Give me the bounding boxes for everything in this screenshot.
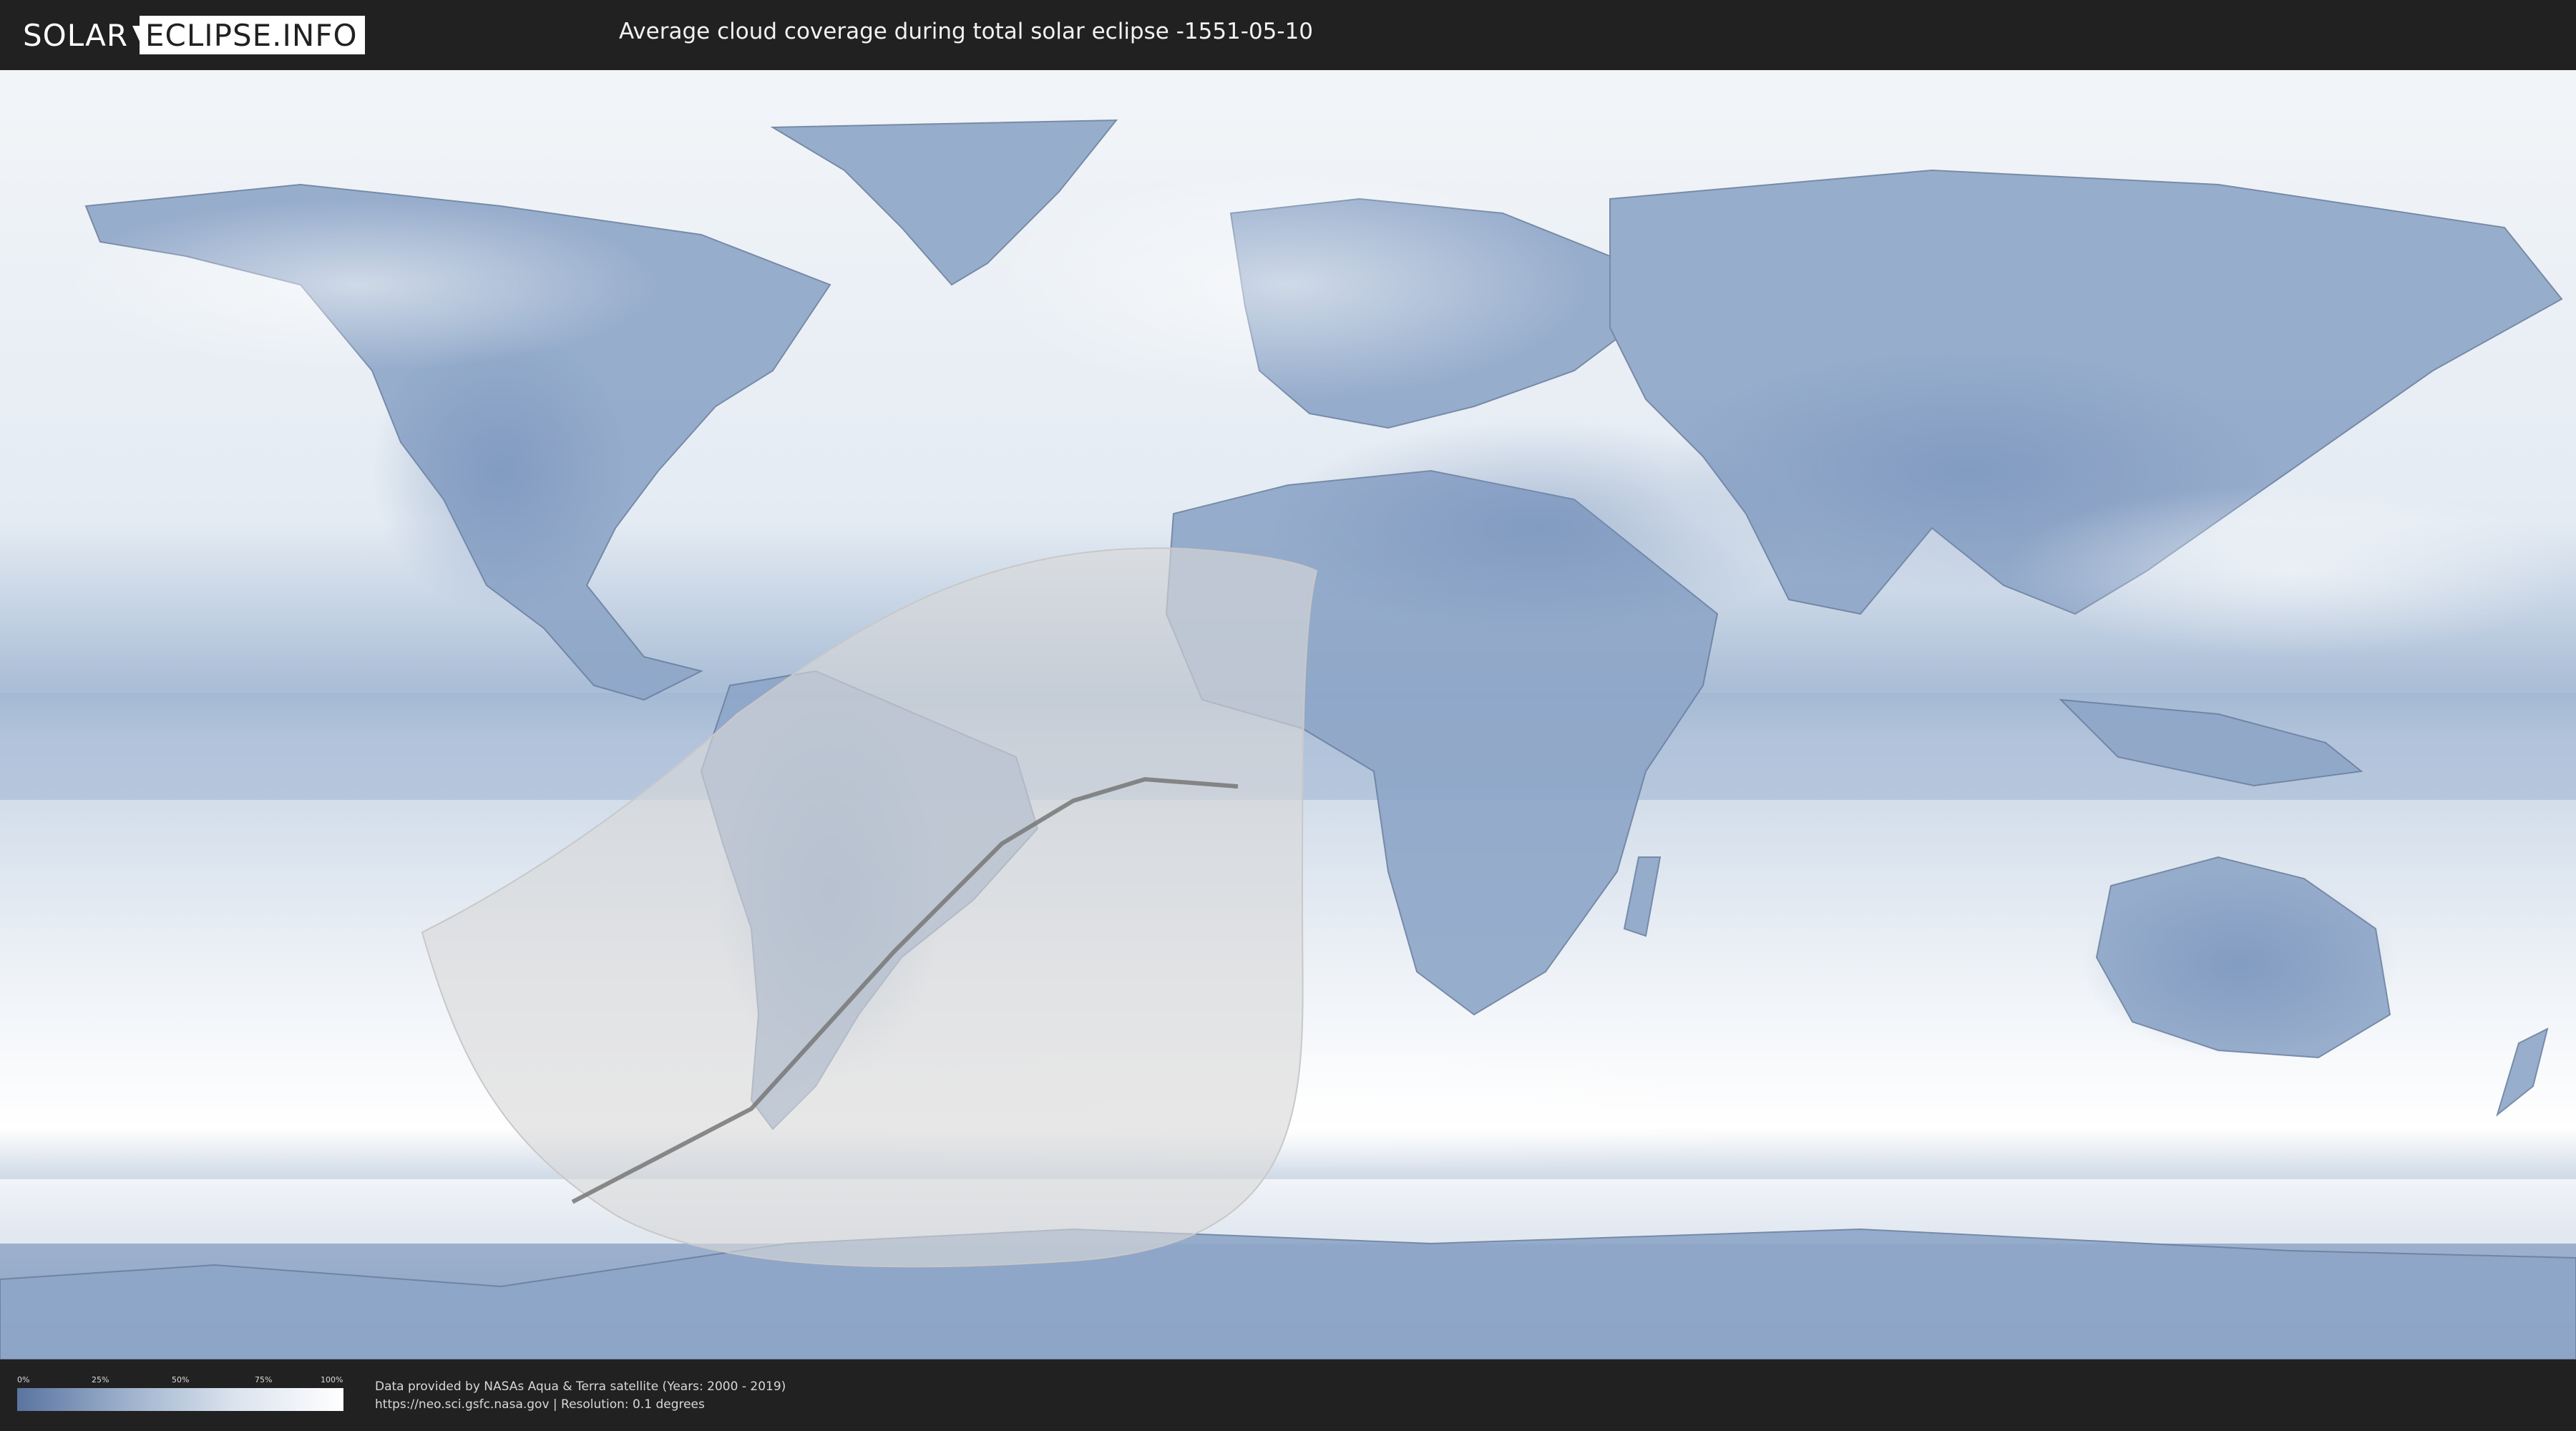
legend-tick-75: 75% <box>255 1375 273 1384</box>
data-credit: Data provided by NASAs Aqua & Terra sate… <box>375 1378 786 1414</box>
legend-gradient-bar <box>17 1388 343 1411</box>
header-bar: SOLAR ECLIPSE.INFO Average cloud coverag… <box>0 0 2576 70</box>
cloud-coverage-map[interactable] <box>0 70 2576 1359</box>
credit-line-source: Data provided by NASAs Aqua & Terra sate… <box>375 1379 786 1394</box>
page-title: Average cloud coverage during total sola… <box>618 19 1314 44</box>
legend-tick-0: 0% <box>17 1375 30 1384</box>
southern-ocean-band <box>0 1179 2576 1244</box>
legend-tick-25: 25% <box>92 1375 109 1384</box>
legend-tick-100: 100% <box>321 1375 343 1384</box>
map-canvas <box>0 70 2576 1359</box>
credit-line-url[interactable]: https://neo.sci.gsfc.nasa.gov | Resoluti… <box>375 1396 786 1414</box>
cloud-coverage-legend: 0% 25% 50% 75% 100% <box>17 1375 343 1414</box>
legend-ticks: 0% 25% 50% 75% 100% <box>17 1375 343 1385</box>
legend-tick-50: 50% <box>172 1375 190 1384</box>
